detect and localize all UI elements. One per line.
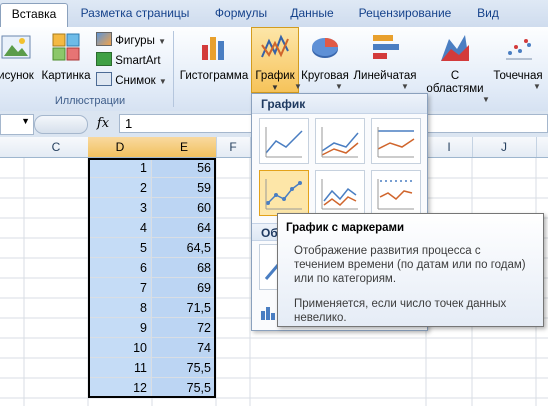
scatter-chart-button[interactable]: Точечная (488, 31, 548, 83)
insert-function-button[interactable]: fx (88, 114, 118, 133)
chevron-down-icon: ▼ (271, 83, 279, 92)
clipart-label: Картинка (41, 70, 91, 82)
chevron-down-icon: ▼ (482, 95, 490, 104)
area-chart-label-1: С (450, 70, 460, 82)
tab-formulas[interactable]: Формулы (206, 3, 276, 25)
tab-view[interactable]: Вид (470, 3, 506, 25)
line-option-icon (265, 127, 303, 158)
line-chart-label: График (255, 70, 295, 82)
chevron-down-icon: ▼ (158, 37, 166, 46)
bar-chart-icon (373, 35, 399, 59)
clipart-icon (52, 33, 80, 61)
percent-line-markers-option-icon (377, 179, 414, 210)
line-with-markers-option[interactable] (259, 170, 309, 216)
picture-button[interactable]: исунок (0, 31, 38, 83)
line-chart-button[interactable]: График ▼ (251, 27, 299, 93)
chevron-down-icon: ▼ (158, 77, 167, 86)
tooltip-title: График с маркерами (286, 222, 405, 234)
stacked-line-option[interactable] (315, 118, 365, 164)
histogram-label: Гистограмма (179, 70, 249, 82)
scatter-chart-icon (506, 39, 532, 60)
all-chart-types-icon[interactable] (260, 304, 278, 320)
picture-label: исунок (0, 70, 34, 82)
picture-icon (1, 35, 31, 59)
histogram-button[interactable]: Гистограмма (178, 31, 250, 83)
stacked-line-option-icon (321, 127, 359, 158)
line-markers-option-icon (265, 179, 302, 210)
selection-border (88, 158, 216, 398)
chevron-down-icon: ▼ (294, 82, 302, 91)
line-chart-icon (261, 34, 289, 58)
smartart-icon (96, 52, 112, 66)
shapes-label: Фигуры (115, 35, 155, 47)
tooltip-line-1: Отображение развития процесса с (294, 245, 481, 257)
tooltip-line-5: невелико. (294, 312, 347, 324)
area-chart-button[interactable]: С областями (424, 31, 486, 96)
tooltip-line-2: течением времени (по датам или по годам) (294, 259, 526, 271)
pie-chart-label: Круговая (301, 70, 349, 82)
screenshot-icon (96, 72, 112, 86)
formula-bar-splitter[interactable] (34, 115, 88, 134)
column-header-i[interactable]: I (426, 137, 473, 157)
pie-chart-button[interactable]: Круговая (299, 31, 351, 83)
tooltip: График с маркерами Отображение развития … (277, 213, 544, 327)
column-header-d[interactable]: D (88, 137, 153, 157)
percent-line-option[interactable] (371, 118, 421, 164)
tab-review[interactable]: Рецензирование (350, 3, 460, 25)
chevron-down-icon[interactable]: ▼ (21, 116, 30, 126)
area-chart-icon (441, 35, 469, 61)
stacked-line-markers-option[interactable] (315, 170, 365, 216)
group-separator (173, 31, 174, 107)
tab-page-layout[interactable]: Разметка страницы (74, 3, 196, 25)
dropdown-header: График (252, 94, 427, 114)
tooltip-line-3: или по категориям. (294, 273, 397, 285)
chevron-down-icon: ▼ (335, 82, 343, 91)
percent-line-markers-option[interactable] (371, 170, 421, 216)
ribbon-tab-bar: Вставка Разметка страницы Формулы Данные… (0, 0, 548, 28)
chevron-down-icon: ▼ (401, 82, 409, 91)
stacked-line-markers-option-icon (321, 179, 358, 210)
pie-chart-icon (312, 38, 338, 58)
tab-insert[interactable]: Вставка (0, 3, 68, 28)
clipart-button[interactable]: Картинка (40, 31, 92, 83)
line-chart-option[interactable] (259, 118, 309, 164)
tooltip-line-4: Применяется, если число точек данных (294, 298, 507, 310)
screenshot-label: Снимок (115, 75, 156, 87)
smartart-button[interactable]: SmartArt (96, 52, 161, 68)
column-header-c[interactable]: C (24, 137, 89, 157)
bar-chart-button[interactable]: Линейчатая (352, 31, 418, 83)
illustrations-group-label: Иллюстрации (54, 95, 126, 107)
name-box[interactable]: ▼ (0, 114, 34, 135)
column-chart-icon (202, 37, 224, 60)
shapes-button[interactable]: Фигуры ▼ (96, 32, 166, 48)
smartart-label: SmartArt (115, 55, 161, 67)
chevron-down-icon: ▼ (533, 82, 541, 91)
screenshot-button[interactable]: Снимок ▼ (96, 72, 167, 88)
column-header-f[interactable]: F (216, 137, 251, 157)
shapes-icon (96, 32, 112, 46)
column-header-j[interactable]: J (472, 137, 537, 157)
percent-line-option-icon (377, 127, 415, 158)
column-header-e[interactable]: E (152, 137, 217, 157)
area-chart-label-2: областями (426, 83, 484, 95)
tab-data[interactable]: Данные (282, 3, 342, 25)
